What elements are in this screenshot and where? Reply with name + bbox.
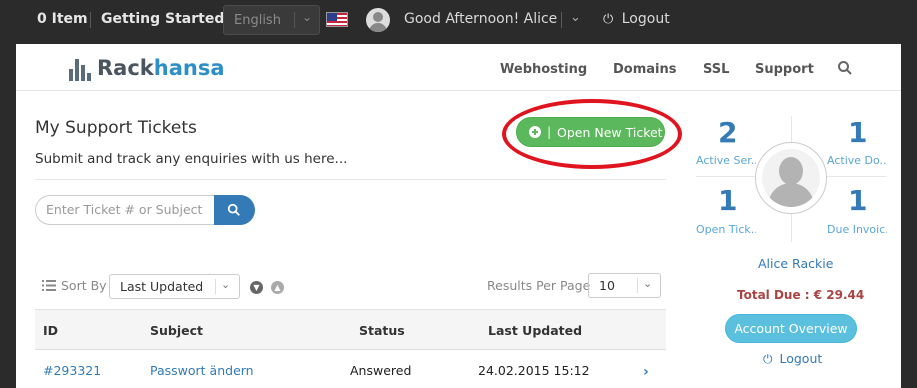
logo-text: Rackhansa	[97, 56, 225, 80]
stat-due-invoices-label[interactable]: Due Invoic...	[827, 223, 887, 236]
highlight-ring	[502, 99, 682, 169]
avatar[interactable]	[366, 8, 390, 32]
results-per-page-value: 10	[599, 278, 615, 293]
nav-ssl[interactable]: SSL	[703, 62, 729, 77]
ticket-last-updated: 24.02.2015 15:12	[478, 363, 590, 378]
results-per-page-select[interactable]: 10 ⌄	[588, 273, 661, 298]
logout-link[interactable]: ⏻ Logout	[603, 11, 670, 27]
ticket-search-field[interactable]	[35, 195, 214, 225]
search-icon[interactable]	[837, 60, 853, 76]
nav-webhosting[interactable]: Webhosting	[500, 62, 587, 77]
main-panel: Rackhansa Webhosting Domains SSL Support…	[16, 44, 901, 388]
search-button[interactable]	[214, 195, 255, 225]
table-header: ID Subject Status Last Updated	[35, 309, 666, 350]
chevron-down-icon: ⌄	[302, 10, 313, 24]
avatar	[755, 142, 827, 214]
language-value: English	[234, 13, 281, 28]
ticket-search-input[interactable]	[46, 202, 206, 217]
account-overview-button[interactable]: Account Overview	[725, 314, 857, 343]
logout-label: Logout	[779, 351, 823, 366]
divider	[215, 279, 216, 294]
stat-open-tickets-count[interactable]: 1	[718, 184, 737, 217]
power-icon: ⏻	[763, 352, 773, 366]
stat-active-services-label[interactable]: Active Ser...	[696, 154, 756, 167]
divider	[90, 12, 91, 28]
sort-by-label: Sort By	[61, 278, 107, 293]
divider	[637, 278, 638, 293]
total-due: Total Due : € 29.44	[737, 288, 865, 302]
chevron-down-icon[interactable]: ⌄	[570, 10, 581, 25]
sort-ascending-icon[interactable]: ▲	[271, 281, 284, 294]
divider	[294, 12, 295, 28]
page-title: My Support Tickets	[35, 118, 197, 138]
us-flag-icon[interactable]	[326, 12, 348, 27]
logo-bars-icon	[69, 59, 91, 81]
column-header-status[interactable]: Status	[359, 323, 405, 338]
top-bar: 0 Item Getting Started English ⌄ Good Af…	[0, 0, 917, 40]
greeting-menu[interactable]: Good Afternoon! Alice	[404, 11, 557, 27]
ticket-id[interactable]: #293321	[43, 363, 101, 378]
nav-support[interactable]: Support	[755, 62, 814, 77]
logout-label: Logout	[621, 11, 670, 27]
power-icon: ⏻	[603, 12, 614, 27]
client-name[interactable]: Alice Rackie	[758, 256, 833, 271]
column-header-subject[interactable]: Subject	[150, 323, 203, 338]
stat-active-services-count[interactable]: 2	[718, 116, 737, 149]
getting-started-link[interactable]: Getting Started	[101, 11, 224, 27]
chevron-down-icon: ⌄	[643, 277, 653, 290]
search-icon	[227, 203, 240, 216]
column-header-last-updated[interactable]: Last Updated	[488, 323, 582, 338]
sort-select[interactable]: Last Updated ⌄	[109, 274, 240, 299]
stat-active-domains-label[interactable]: Active Do...	[827, 154, 887, 167]
column-header-id[interactable]: ID	[43, 323, 58, 338]
ticket-status: Answered	[350, 363, 412, 378]
language-select[interactable]: English ⌄	[223, 5, 320, 35]
chevron-down-icon: ⌄	[221, 278, 231, 291]
list-icon	[42, 280, 56, 291]
stat-due-invoices-count[interactable]: 1	[848, 184, 867, 217]
divider	[35, 179, 666, 180]
sort-descending-icon[interactable]: ▼	[250, 281, 263, 294]
page-subtitle: Submit and track any enquiries with us h…	[35, 151, 348, 167]
stat-active-domains-count[interactable]: 1	[848, 116, 867, 149]
divider	[561, 12, 562, 28]
stat-open-tickets-label[interactable]: Open Tick...	[696, 223, 756, 236]
chevron-right-icon[interactable]: ›	[643, 364, 649, 380]
ticket-subject[interactable]: Passwort ändern	[150, 363, 254, 378]
divider	[16, 90, 901, 91]
logout-link[interactable]: ⏻ Logout	[763, 351, 822, 367]
cart-link[interactable]: 0 Item	[37, 11, 88, 27]
results-per-page-label: Results Per Page	[487, 278, 591, 293]
sort-value: Last Updated	[120, 279, 204, 294]
nav-domains[interactable]: Domains	[613, 62, 677, 77]
